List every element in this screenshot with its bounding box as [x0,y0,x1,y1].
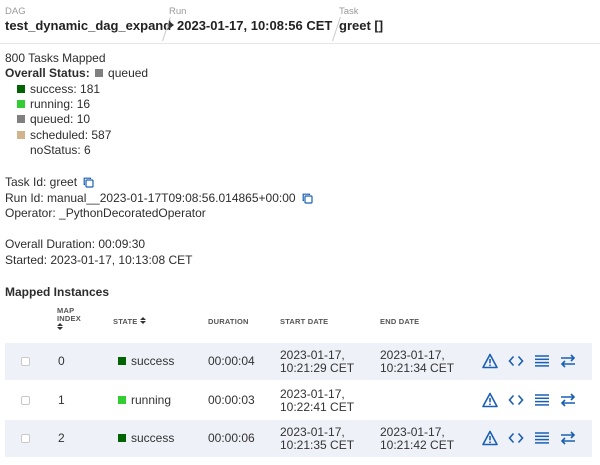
row-start-date-line1: 2023-01-17, [280,425,345,439]
overall-status-value: queued [108,66,149,80]
row-end-date: 2023-01-17, 10:21:34 CET [380,349,454,375]
header-end-date[interactable]: END DATE [380,317,419,326]
sort-icon[interactable] [57,323,63,330]
row-state: running [118,394,171,407]
code-icon[interactable] [507,391,525,409]
warning-triangle-icon[interactable] [481,429,499,447]
status-square-icon [17,115,25,123]
status-count-success: success: 181 [17,82,100,97]
row-duration: 00:00:04 [208,354,255,368]
status-count-label: running: 16 [30,97,91,111]
warning-triangle-icon[interactable] [481,352,499,370]
breadcrumb-dag-value[interactable]: test_dynamic_dag_expand [5,17,171,35]
mapped-count: 800 Tasks Mapped [5,51,106,65]
log-lines-icon[interactable] [533,391,551,409]
overall-duration: Overall Duration: 00:09:30 [5,237,146,251]
row-start-date-line1: 2023-01-17, [280,348,345,362]
status-square-icon [95,69,104,77]
header-duration[interactable]: DURATION [208,317,249,326]
log-lines-icon[interactable] [533,352,551,370]
play-icon [169,21,174,29]
status-count-label: success: 181 [30,82,101,96]
swap-arrows-icon[interactable] [559,429,577,447]
status-square-icon [17,146,25,154]
copy-icon[interactable] [302,193,313,208]
overall-status-label: Overall Status: [5,66,90,80]
status-count-queued: queued: 10 [17,112,90,127]
row-state: success [118,355,174,368]
breadcrumb-run-value: 2023-01-17, 10:08:56 CET [177,18,333,33]
row-end-date-line2: 10:21:42 CET [380,438,455,452]
swap-arrows-icon[interactable] [559,352,577,370]
breadcrumb-run-label: Run [169,6,187,17]
header-map-index-line2: INDEX [57,314,81,323]
breadcrumb-task-label: Task [339,6,359,17]
row-state: success [118,432,174,445]
table-row[interactable]: 1 running 00:00:03 2023-01-17, 10:22:41 C… [5,382,592,419]
row-end-date-line1: 2023-01-17, [380,348,445,362]
swap-arrows-icon[interactable] [559,391,577,409]
status-square-icon [17,85,25,93]
log-lines-icon[interactable] [533,429,551,447]
row-start-date-line2: 10:21:35 CET [280,438,355,452]
sort-icon[interactable] [139,317,146,324]
status-square-icon [118,357,126,365]
breadcrumb-run[interactable]: Run 2023-01-17, 10:08:56 CET [169,6,341,41]
row-start-date: 2023-01-17, 10:21:35 CET [280,426,354,452]
row-state-label: success [131,431,175,445]
breadcrumb: DAG test_dynamic_dag_expand Run 2023-01-… [5,6,411,41]
row-start-date: 2023-01-17, 10:21:29 CET [280,349,354,375]
row-checkbox[interactable] [21,357,30,366]
header-divider [0,43,600,44]
row-start-date-line2: 10:22:41 CET [280,400,355,414]
copy-icon[interactable] [83,177,94,192]
header-start-date[interactable]: START DATE [280,317,328,326]
header-state[interactable]: STATE [113,317,146,326]
row-end-date: 2023-01-17, 10:21:42 CET [380,426,454,452]
row-state-label: success [131,354,175,368]
row-end-date-line1: 2023-01-17, [380,425,445,439]
run-id: Run Id: manual__2023-01-17T09:08:56.0148… [5,191,296,205]
mapped-instances-title: Mapped Instances [5,285,110,299]
breadcrumb-dag-label: DAG [5,6,26,17]
status-count-nostatus: noStatus: 6 [17,143,91,158]
started: Started: 2023-01-17, 10:13:08 CET [5,253,193,267]
task-id: Task Id: greet [5,175,78,189]
row-state-label: running [131,393,172,407]
overall-status: Overall Status: queued [5,66,148,81]
header-map-index[interactable]: MAP INDEX [57,307,81,332]
status-square-icon [17,100,25,108]
row-duration: 00:00:03 [208,393,255,407]
task-id-row: Task Id: greet [5,175,94,192]
row-checkbox[interactable] [21,434,30,443]
operator: Operator: _PythonDecoratedOperator [5,206,206,220]
breadcrumb-task[interactable]: Task greet [] [339,6,411,40]
row-start-date-line1: 2023-01-17, [280,387,345,401]
status-square-icon [118,434,126,442]
warning-triangle-icon[interactable] [481,391,499,409]
status-count-running: running: 16 [17,97,90,112]
status-square-icon [118,396,126,404]
row-start-date: 2023-01-17, 10:22:41 CET [280,388,354,414]
status-count-label: queued: 10 [30,112,91,126]
code-icon[interactable] [507,352,525,370]
status-count-label: noStatus: 6 [30,143,91,157]
table-row[interactable]: 0 success 00:00:04 2023-01-17, 10:21:29 C… [5,343,592,380]
row-end-date-line2: 10:21:34 CET [380,361,455,375]
row-map-index: 2 [58,431,65,445]
table-row[interactable]: 2 success 00:00:06 2023-01-17, 10:21:35 C… [5,420,592,457]
header-state-label: STATE [113,317,138,326]
row-map-index: 1 [58,393,65,407]
row-start-date-line2: 10:21:29 CET [280,361,355,375]
breadcrumb-dag[interactable]: DAG test_dynamic_dag_expand [5,6,171,41]
status-count-label: scheduled: 587 [30,128,112,142]
code-icon[interactable] [507,429,525,447]
breadcrumb-task-value[interactable]: greet [] [339,17,399,35]
row-duration: 00:00:06 [208,431,255,445]
status-count-scheduled: scheduled: 587 [17,128,111,143]
breadcrumb-run-row[interactable]: 2023-01-17, 10:08:56 CET [169,17,332,35]
status-square-icon [17,131,25,139]
row-checkbox[interactable] [21,396,30,405]
row-map-index: 0 [58,354,65,368]
